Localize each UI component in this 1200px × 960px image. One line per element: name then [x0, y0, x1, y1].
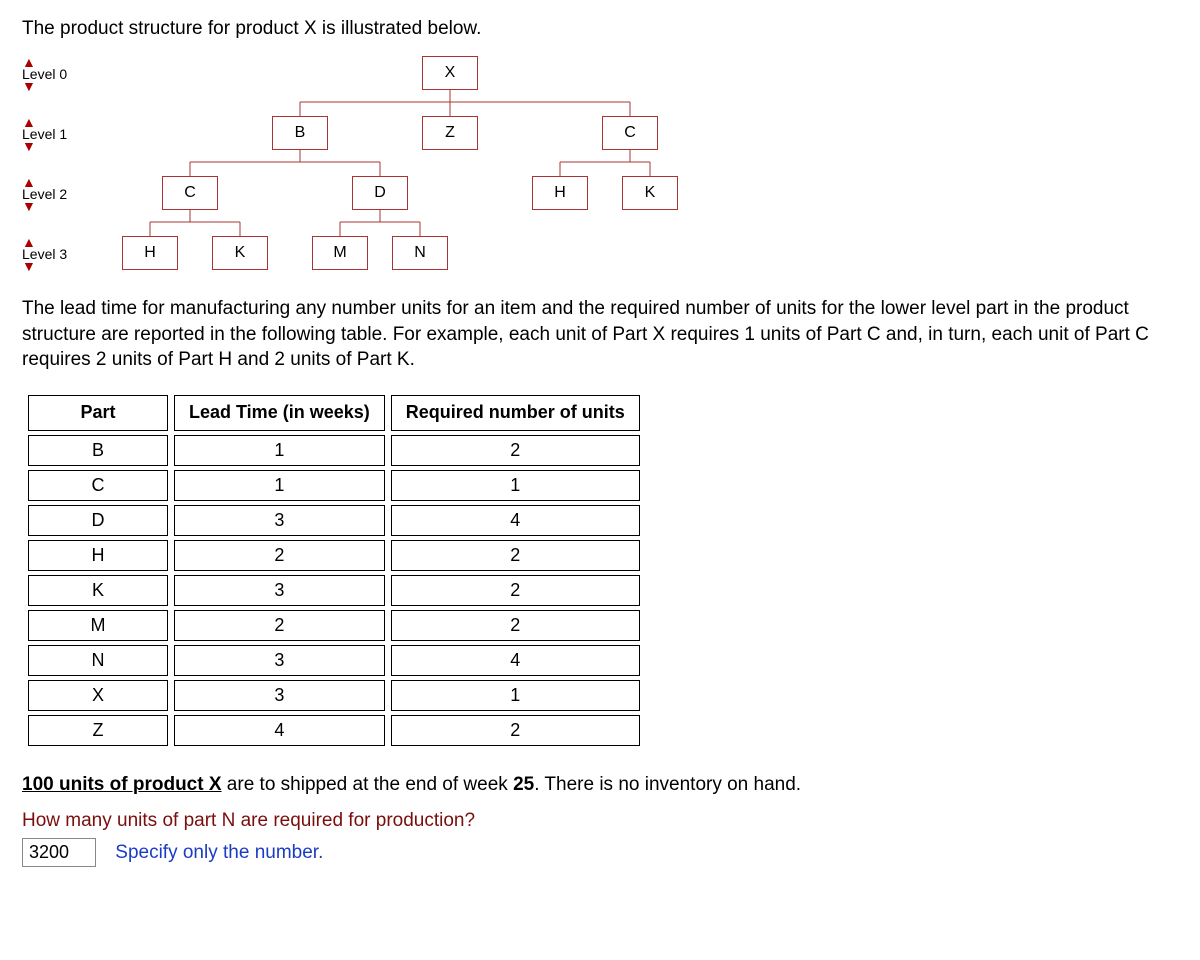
table-row: Z42 [28, 715, 640, 746]
cell-part: X [28, 680, 168, 711]
table-row: K32 [28, 575, 640, 606]
table-row: N34 [28, 645, 640, 676]
table-row: D34 [28, 505, 640, 536]
ship-units: 100 units of product X [22, 774, 222, 795]
table-row: B12 [28, 435, 640, 466]
table-row: H22 [28, 540, 640, 571]
tree-node-K: K [622, 176, 678, 210]
answer-row: 3200 Specify only the number. [22, 838, 1182, 867]
cell-lead: 1 [174, 435, 385, 466]
tree-node-H: H [532, 176, 588, 210]
cell-lead: 3 [174, 645, 385, 676]
question-text: How many units of part N are required fo… [22, 810, 1182, 832]
col-req: Required number of units [391, 395, 640, 431]
description-paragraph: The lead time for manufacturing any numb… [22, 296, 1182, 373]
cell-req: 1 [391, 470, 640, 501]
tree-node-Z: Z [422, 116, 478, 150]
tree-node-K: K [212, 236, 268, 270]
cell-lead: 4 [174, 715, 385, 746]
tree-node-B: B [272, 116, 328, 150]
cell-lead: 3 [174, 505, 385, 536]
cell-part: K [28, 575, 168, 606]
cell-lead: 3 [174, 680, 385, 711]
cell-req: 4 [391, 505, 640, 536]
cell-lead: 2 [174, 610, 385, 641]
table-row: C11 [28, 470, 640, 501]
cell-lead: 2 [174, 540, 385, 571]
table-row: X31 [28, 680, 640, 711]
ship-tail: . There is no inventory on hand. [534, 774, 801, 795]
cell-part: H [28, 540, 168, 571]
cell-req: 2 [391, 715, 640, 746]
col-lead: Lead Time (in weeks) [174, 395, 385, 431]
parts-table: Part Lead Time (in weeks) Required numbe… [22, 391, 646, 750]
table-row: M22 [28, 610, 640, 641]
answer-input[interactable]: 3200 [22, 838, 96, 867]
cell-part: Z [28, 715, 168, 746]
ship-mid: are to shipped at the end of week [222, 774, 514, 795]
intro-text: The product structure for product X is i… [22, 18, 1182, 40]
cell-req: 1 [391, 680, 640, 711]
cell-part: N [28, 645, 168, 676]
product-tree: XBZCCDHKHKMN▲Level 0▼▲Level 1▼▲Level 2▼▲… [22, 46, 1182, 286]
cell-lead: 3 [174, 575, 385, 606]
cell-req: 2 [391, 575, 640, 606]
cell-part: M [28, 610, 168, 641]
level-label: ▲Level 1▼ [22, 118, 92, 150]
level-label: ▲Level 0▼ [22, 58, 92, 90]
ship-week: 25 [513, 774, 534, 795]
cell-req: 4 [391, 645, 640, 676]
tree-node-H: H [122, 236, 178, 270]
cell-lead: 1 [174, 470, 385, 501]
level-label: ▲Level 2▼ [22, 178, 92, 210]
tree-node-N: N [392, 236, 448, 270]
answer-hint: Specify only the number. [115, 842, 323, 863]
cell-part: C [28, 470, 168, 501]
cell-part: D [28, 505, 168, 536]
shipment-statement: 100 units of product X are to shipped at… [22, 774, 1182, 796]
cell-req: 2 [391, 435, 640, 466]
cell-part: B [28, 435, 168, 466]
level-label: ▲Level 3▼ [22, 238, 92, 270]
tree-node-X: X [422, 56, 478, 90]
col-part: Part [28, 395, 168, 431]
tree-node-M: M [312, 236, 368, 270]
tree-node-D: D [352, 176, 408, 210]
cell-req: 2 [391, 540, 640, 571]
cell-req: 2 [391, 610, 640, 641]
tree-node-C: C [162, 176, 218, 210]
tree-node-C: C [602, 116, 658, 150]
